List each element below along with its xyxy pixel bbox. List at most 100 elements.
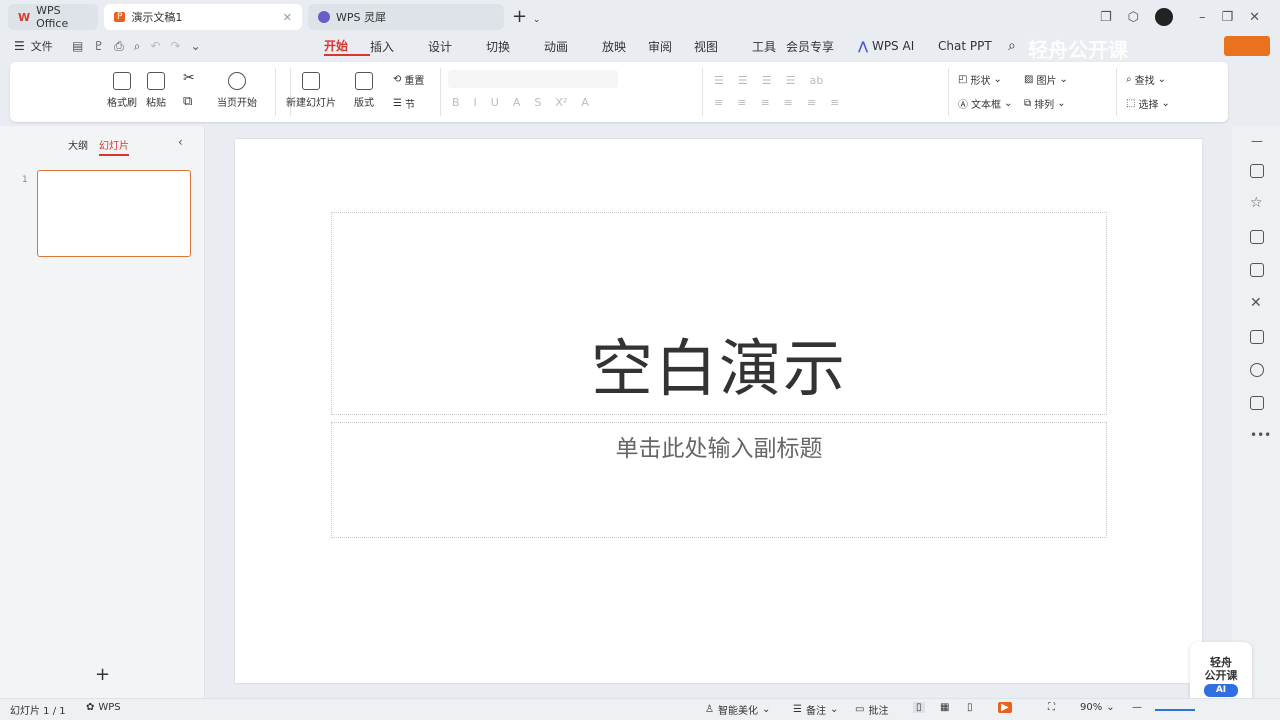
fit-window-icon[interactable]: ⛶ (1048, 702, 1055, 713)
book-icon[interactable] (1250, 330, 1264, 344)
tools-icon[interactable]: ✕ (1250, 295, 1262, 311)
align-center-icon[interactable]: ≡ (737, 96, 746, 109)
format-painter-button[interactable]: 格式刷 (107, 72, 137, 109)
avatar[interactable] (1155, 8, 1174, 26)
member-badge[interactable] (1224, 36, 1270, 56)
export-icon[interactable]: ♇ (93, 39, 104, 53)
add-slide-button[interactable]: + (95, 664, 110, 685)
tab-slides[interactable]: 幻灯片 (99, 137, 129, 156)
font-color-icon[interactable]: A (581, 96, 589, 109)
paste-button[interactable]: 粘贴 (146, 72, 166, 109)
layout-button[interactable]: 版式 (354, 72, 374, 109)
slide-canvas[interactable]: 空白演示 单击此处输入副标题 (235, 139, 1202, 683)
distribute-icon[interactable]: ≡ (807, 96, 816, 109)
play-button[interactable]: ▶ (998, 702, 1012, 713)
more-icon[interactable]: ⌄ (191, 39, 201, 53)
tab-design[interactable]: 设计 (428, 38, 486, 55)
font-format-buttons: B I U A S X² A (452, 96, 589, 109)
multi-window-icon[interactable]: ❐ (1100, 10, 1112, 25)
undo-icon[interactable]: ↶ (150, 39, 160, 53)
select-button[interactable]: ⬚ 选择 ⌄ (1126, 96, 1170, 111)
restore-button[interactable]: ❐ (1222, 10, 1234, 25)
superscript-icon[interactable]: X² (555, 96, 567, 109)
comment-icon[interactable] (1250, 230, 1264, 244)
settings-sliders-icon[interactable] (1250, 164, 1264, 178)
arrange-button[interactable]: ⧉ 排列 ⌄ (1024, 96, 1066, 111)
justify-icon[interactable]: ≡ (784, 96, 793, 109)
subtitle-placeholder[interactable]: 单击此处输入副标题 (331, 422, 1107, 538)
find-button[interactable]: ⌕ 查找 ⌄ (1126, 72, 1166, 87)
collapse-panel-icon[interactable]: ‹ (178, 135, 183, 149)
star-icon[interactable]: ☆ (1250, 195, 1263, 211)
tab-transition[interactable]: 切换 (486, 38, 544, 55)
zoom-slider[interactable] (1155, 709, 1195, 711)
help-icon[interactable] (1250, 363, 1264, 377)
indent-icon[interactable]: ☰ (762, 74, 772, 87)
tab-insert[interactable]: 插入 (370, 38, 428, 55)
shape-button[interactable]: ◰ 形状 ⌄ (958, 72, 1002, 87)
presentation-icon: P (114, 12, 126, 22)
comments-button[interactable]: ▭ 批注 (855, 702, 888, 717)
tab-slideshow[interactable]: 放映 (602, 38, 648, 55)
title-placeholder[interactable]: 空白演示 (331, 212, 1107, 415)
collapse-icon[interactable]: — (1251, 134, 1263, 148)
new-slide-button[interactable]: 新建幻灯片 (286, 72, 336, 109)
slide-subtitle: 单击此处输入副标题 (615, 436, 823, 462)
picture-button[interactable]: ▨ 图片 ⌄ (1024, 72, 1068, 87)
zoom-out-button[interactable]: — (1132, 702, 1142, 713)
close-button[interactable]: ✕ (1249, 10, 1260, 25)
tab-lingxi[interactable]: WPS 灵犀 (308, 4, 504, 30)
tab-wps-office[interactable]: W WPS Office (8, 4, 98, 30)
wps-status[interactable]: ✿ WPS (86, 702, 121, 713)
normal-view-icon[interactable]: ▯ (913, 702, 925, 713)
notes-button[interactable]: ☰ 备注 ⌄ (793, 702, 838, 717)
bold-icon[interactable]: B (452, 96, 460, 109)
cut-icon[interactable]: ✂ (183, 70, 195, 86)
align-right-icon[interactable]: ≡ (760, 96, 769, 109)
underline-icon[interactable]: U (491, 96, 499, 109)
strikethrough-icon[interactable]: A (513, 96, 521, 109)
copy-icon[interactable]: ⧉ (183, 94, 192, 109)
file-menu[interactable]: ☰ 文件 (14, 36, 53, 56)
numbering-icon[interactable]: ☰ (738, 74, 748, 87)
font-family-select[interactable] (448, 70, 618, 88)
outdent-icon[interactable]: ☰ (786, 74, 796, 87)
save-icon[interactable]: ▤ (72, 39, 83, 53)
wps-ai-button[interactable]: ⋀ WPS AI (858, 39, 938, 53)
sorter-view-icon[interactable]: ▦ (940, 702, 949, 713)
puzzle-icon[interactable] (1250, 396, 1264, 410)
reading-view-icon[interactable]: ▯ (967, 702, 973, 713)
align-left-icon[interactable]: ≡ (714, 96, 723, 109)
line-spacing-icon[interactable]: ≡ (830, 96, 839, 109)
slide-thumbnail[interactable] (37, 170, 191, 257)
tab-tools[interactable]: 工具 (752, 38, 786, 55)
tab-outline[interactable]: 大纲 (68, 137, 88, 152)
search-icon[interactable]: ⌕ (1008, 38, 1016, 54)
tab-view[interactable]: 视图 (694, 38, 752, 55)
minimize-button[interactable]: – (1199, 10, 1206, 25)
more-icon[interactable]: ••• (1250, 428, 1271, 442)
close-tab-icon[interactable]: ✕ (283, 11, 292, 24)
tab-review[interactable]: 审阅 (648, 38, 694, 55)
reset-button[interactable]: ⟲ 重置 (393, 72, 424, 87)
redo-icon[interactable]: ↷ (171, 39, 181, 53)
tab-member[interactable]: 会员专享 (786, 38, 858, 55)
bullets-icon[interactable]: ☰ (714, 74, 724, 87)
section-button[interactable]: ☰ 节 (393, 96, 415, 111)
play-from-current-button[interactable]: 当页开始 (217, 72, 257, 109)
tab-animation[interactable]: 动画 (544, 38, 602, 55)
edit-icon[interactable] (1250, 263, 1264, 277)
preview-icon[interactable]: ⌕ (134, 39, 141, 54)
tab-home[interactable]: 开始 (324, 37, 370, 56)
italic-icon[interactable]: I (474, 96, 477, 109)
new-tab-button[interactable]: + ⌄ (512, 6, 540, 27)
text-direction-icon[interactable]: ab (810, 74, 824, 87)
shadow-icon[interactable]: S (534, 96, 541, 109)
chat-ppt-button[interactable]: Chat PPT (938, 39, 1008, 53)
zoom-level[interactable]: 90% ⌄ (1080, 702, 1115, 713)
print-icon[interactable]: ⎙ (114, 39, 124, 54)
tab-presentation[interactable]: P 演示文稿1 ✕ (104, 4, 302, 30)
textbox-button[interactable]: Ⓐ 文本框 ⌄ (958, 96, 1012, 111)
beautify-button[interactable]: ♙ 智能美化 ⌄ (705, 702, 770, 717)
cube-icon[interactable]: ⬡ (1128, 10, 1139, 25)
